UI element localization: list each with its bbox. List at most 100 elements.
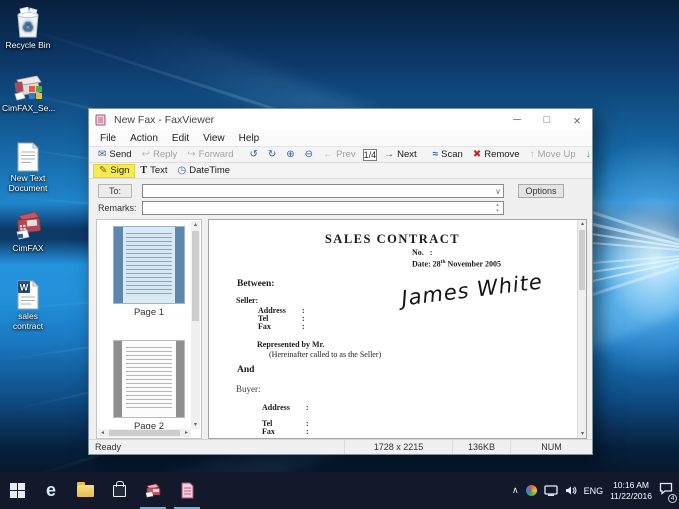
next-page-button[interactable]: →Next	[379, 148, 422, 162]
menu-action[interactable]: Action	[123, 133, 165, 144]
word-document-icon: W	[2, 276, 54, 310]
rotate-left-icon: ↺	[250, 150, 258, 160]
system-tray: ∧ ENG 10:16 AM 11/22/2016 4	[512, 472, 679, 509]
scroll-down-icon[interactable]: ▾	[191, 421, 200, 429]
text-button[interactable]: TText	[135, 164, 172, 178]
menu-file[interactable]: File	[93, 133, 123, 144]
to-button[interactable]: To:	[98, 184, 132, 198]
cimfax-taskbar-icon	[144, 483, 162, 498]
zoom-in-button[interactable]: ⊕	[281, 148, 299, 162]
menu-view[interactable]: View	[196, 133, 232, 144]
document-vertical-scrollbar[interactable]: ▴ ▾	[577, 220, 586, 438]
thumb-content	[126, 233, 172, 297]
spinner-icons[interactable]: ▴▾	[493, 202, 502, 214]
signature-annotation[interactable]: James White	[400, 269, 544, 310]
store-icon	[113, 485, 126, 497]
tray-clock[interactable]: 10:16 AM 11/22/2016	[610, 480, 652, 501]
close-button[interactable]: ×	[562, 109, 592, 131]
document-between: Between:	[237, 279, 274, 289]
title-bar[interactable]: New Fax - FaxViewer ─ □ ×	[89, 109, 592, 131]
page-2-thumbnail-image[interactable]	[113, 340, 185, 418]
scroll-up-icon[interactable]: ▴	[191, 221, 200, 229]
scroll-left-icon[interactable]: ◂	[98, 429, 107, 437]
forward-button[interactable]: ↪Forward	[182, 148, 238, 162]
next-icon: →	[384, 150, 394, 160]
recipient-input[interactable]: ∨	[142, 184, 504, 198]
document-no-date: No. :Date: 28th November 2005	[412, 248, 501, 270]
desktop-icon-label: CimFAX_Se...	[2, 104, 54, 114]
remarks-label: Remarks:	[98, 203, 132, 213]
thumbnail-page-2[interactable]: Page 2	[113, 340, 185, 432]
remove-button[interactable]: ✖Remove	[468, 148, 525, 162]
scroll-right-icon[interactable]: ▸	[182, 429, 191, 437]
prev-icon: ←	[323, 150, 333, 160]
prev-page-button[interactable]: ←Prev	[318, 148, 361, 162]
rotate-right-icon: ↻	[268, 150, 276, 160]
thumb-edge	[176, 341, 184, 417]
thumb-edge	[114, 341, 122, 417]
volume-icon[interactable]	[565, 485, 577, 496]
move-up-button[interactable]: ↑Move Up	[525, 148, 581, 162]
file-explorer-icon	[77, 485, 94, 497]
zoom-out-icon: ⊖	[305, 150, 313, 160]
thumbnail-vertical-scrollbar[interactable]: ▴ ▾	[191, 221, 200, 429]
zoom-out-button[interactable]: ⊖	[300, 148, 318, 162]
text-document-icon	[2, 138, 54, 172]
menu-help[interactable]: Help	[232, 133, 267, 144]
taskbar-cimfax[interactable]	[136, 472, 170, 509]
datetime-button[interactable]: ◷DateTime	[173, 164, 236, 178]
document-viewer[interactable]: SALES CONTRACT No. :Date: 28th November …	[208, 219, 587, 439]
menu-edit[interactable]: Edit	[165, 133, 196, 144]
sync-color-sphere-icon[interactable]	[526, 485, 537, 496]
datetime-icon: ◷	[178, 166, 187, 176]
page-1-thumbnail-image[interactable]	[113, 226, 185, 304]
reply-button[interactable]: ↩Reply	[137, 148, 183, 162]
taskbar-file-explorer[interactable]	[68, 472, 102, 509]
remarks-input[interactable]: ▴▾	[142, 201, 504, 215]
rotate-right-button[interactable]: ↻	[263, 148, 281, 162]
minimize-button[interactable]: ─	[502, 109, 532, 131]
status-text: Ready	[89, 442, 344, 452]
scrollbar-thumb[interactable]	[109, 430, 180, 436]
options-button[interactable]: Options	[518, 184, 564, 198]
document-page[interactable]: SALES CONTRACT No. :Date: 28th November …	[209, 220, 576, 438]
rotate-left-button[interactable]: ↺	[245, 148, 263, 162]
taskbar-edge[interactable]: e	[34, 472, 68, 509]
language-indicator[interactable]: ENG	[584, 486, 604, 496]
remarks-row: Remarks: ▴▾	[89, 199, 592, 217]
document-hereinafter: (Hereinafter called to as the Seller)	[269, 350, 381, 359]
thumbnail-panel: Page 1 Page 2 ▴ ▾ ◂	[96, 219, 202, 439]
taskbar-faxviewer[interactable]	[170, 472, 204, 509]
move-down-button[interactable]: ↓Move Do	[581, 148, 592, 162]
desktop-icon-recycle-bin[interactable]: ♻ Recycle Bin	[2, 5, 54, 51]
chevron-down-icon[interactable]: ∨	[495, 185, 501, 198]
scroll-down-icon[interactable]: ▾	[578, 430, 587, 438]
file-size: 136KB	[452, 440, 510, 454]
action-center-button[interactable]: 4	[659, 482, 673, 500]
taskbar-store[interactable]	[102, 472, 136, 509]
send-button[interactable]: ✉Send	[93, 148, 137, 162]
scroll-up-icon[interactable]: ▴	[578, 220, 587, 228]
thumbnail-page-1[interactable]: Page 1	[113, 226, 185, 318]
desktop-icon-cimfax-setup[interactable]: CimFAX_Se...	[2, 68, 54, 114]
recipient-row: To: ∨ Options	[89, 179, 592, 199]
tray-expand-chevron-icon[interactable]: ∧	[512, 485, 519, 496]
edge-icon: e	[46, 480, 56, 501]
sign-button[interactable]: ✎Sign	[93, 164, 135, 178]
start-button[interactable]	[0, 472, 34, 509]
desktop-icon-new-text-document[interactable]: New Text Document	[2, 138, 54, 194]
zoom-in-icon: ⊕	[286, 150, 294, 160]
desktop-icon-sales-contract[interactable]: W sales contract	[2, 276, 54, 332]
page-indicator[interactable]: 1/4	[363, 149, 378, 161]
maximize-button[interactable]: □	[532, 109, 562, 131]
thumbnail-horizontal-scrollbar[interactable]: ◂ ▸	[98, 429, 191, 437]
scrollbar-thumb[interactable]	[579, 230, 585, 290]
taskbar: e ∧ ENG 10:16 AM 11/22/2016 4	[0, 472, 679, 509]
remove-icon: ✖	[473, 150, 481, 160]
scan-button[interactable]: ≈Scan	[428, 148, 468, 162]
scrollbar-thumb[interactable]	[192, 231, 199, 321]
svg-text:W: W	[20, 283, 29, 293]
network-icon[interactable]	[544, 485, 558, 496]
document-and: And	[237, 365, 254, 375]
desktop-icon-cimfax[interactable]: CimFAX	[2, 208, 54, 254]
